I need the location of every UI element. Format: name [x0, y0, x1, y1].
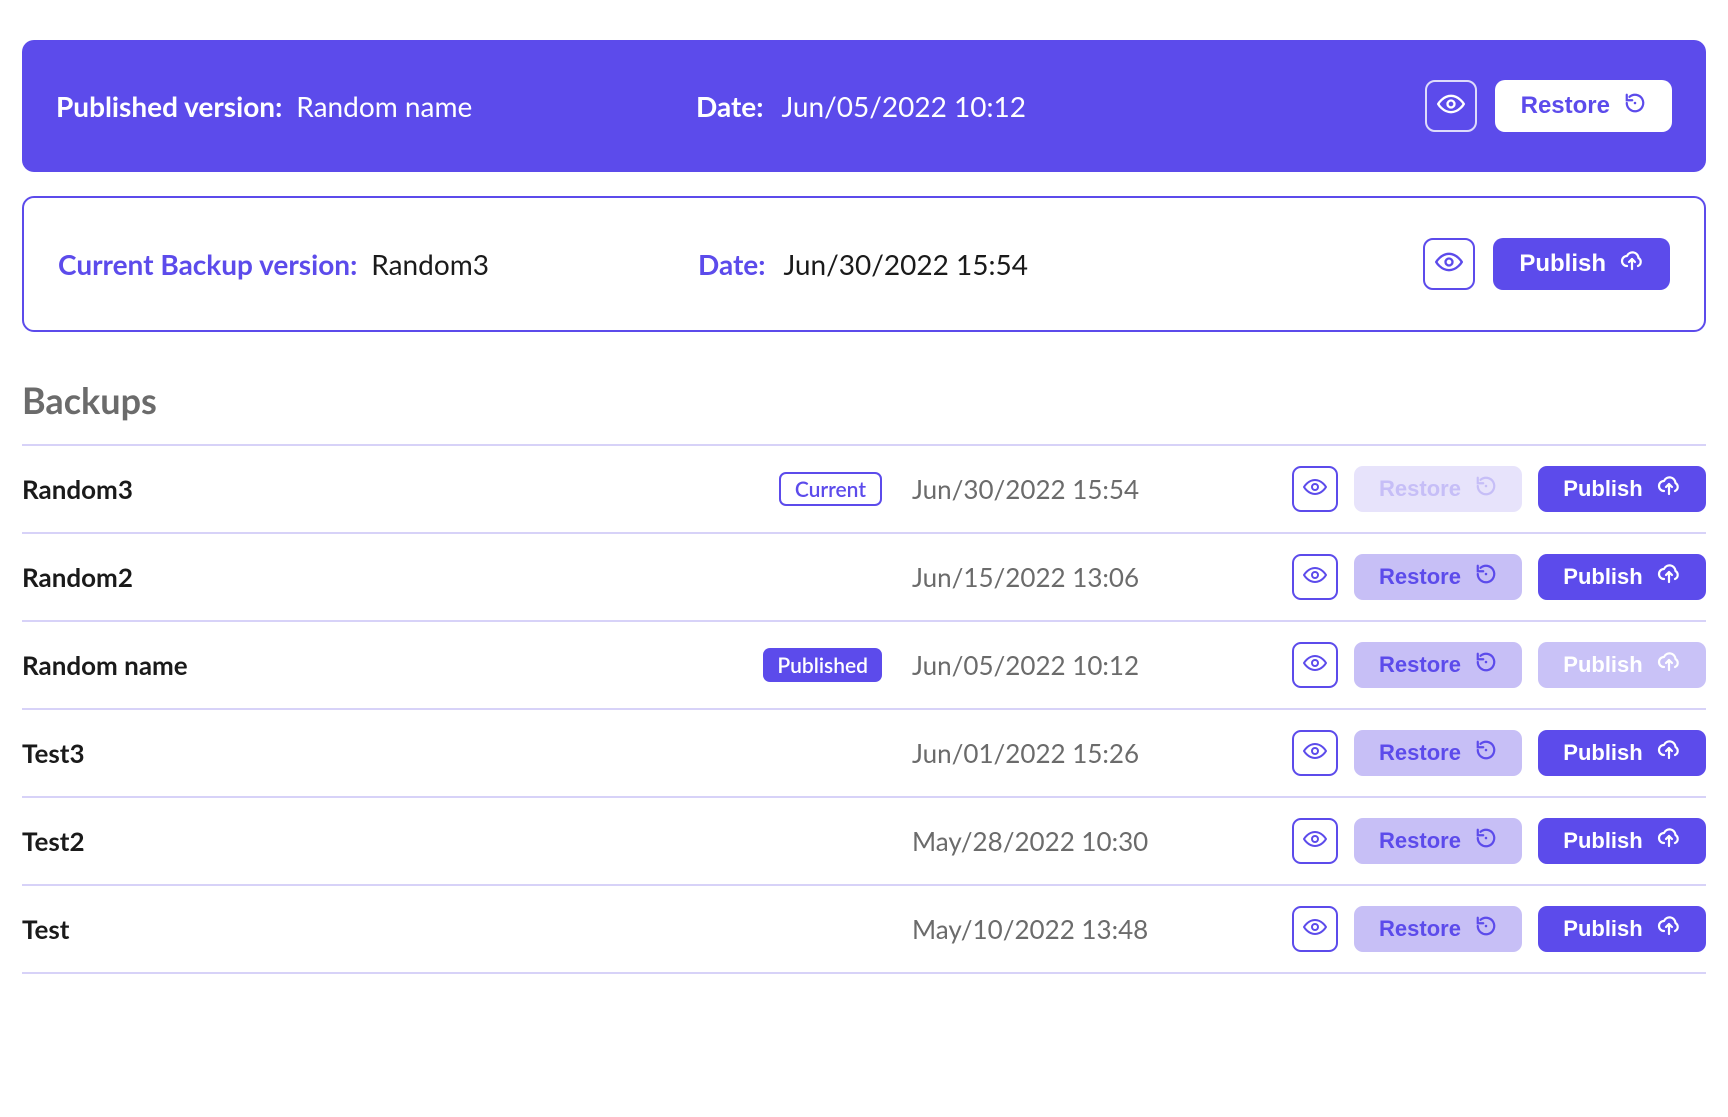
current-backup-card: Current Backup version: Random3 Date: Ju… [22, 196, 1706, 332]
backup-name: Random name [22, 649, 742, 681]
restore-button[interactable]: Restore [1354, 906, 1522, 952]
restore-icon [1475, 827, 1497, 855]
eye-icon [1303, 739, 1327, 767]
restore-label: Restore [1379, 828, 1461, 854]
view-button[interactable] [1292, 466, 1338, 512]
view-button[interactable] [1292, 554, 1338, 600]
backup-name: Test2 [22, 825, 742, 857]
backup-date: May/10/2022 13:48 [882, 913, 1292, 945]
restore-button[interactable]: Restore [1354, 642, 1522, 688]
publish-button: Publish [1538, 642, 1706, 688]
published-version-banner: Published version: Random name Date: Jun… [22, 40, 1706, 172]
published-badge: Published [763, 648, 882, 682]
restore-button[interactable]: Restore [1354, 554, 1522, 600]
restore-icon [1475, 563, 1497, 591]
current-date-label: Date: [698, 247, 765, 281]
eye-icon [1303, 651, 1327, 679]
backup-date: Jun/15/2022 13:06 [882, 561, 1292, 593]
upload-icon [1657, 562, 1681, 592]
upload-icon [1657, 826, 1681, 856]
row-actions: Restore Publish [1292, 730, 1706, 776]
backup-name: Random2 [22, 561, 742, 593]
badge-wrap: Current [742, 472, 882, 506]
view-button[interactable] [1423, 238, 1475, 290]
published-date: Jun/05/2022 10:12 [781, 89, 1026, 123]
backup-row: Random namePublishedJun/05/2022 10:12Res… [22, 622, 1706, 710]
row-actions: Restore Publish [1292, 466, 1706, 512]
restore-button[interactable]: Restore [1354, 818, 1522, 864]
publish-button[interactable]: Publish [1538, 554, 1706, 600]
published-date-label: Date: [696, 89, 763, 123]
current-backup-name: Random3 [371, 247, 489, 281]
view-button[interactable] [1292, 642, 1338, 688]
published-label: Published version: [56, 89, 282, 123]
restore-icon [1624, 92, 1646, 121]
publish-button[interactable]: Publish [1538, 818, 1706, 864]
backup-row: Test2 May/28/2022 10:30 Restore Publish [22, 798, 1706, 886]
upload-icon [1657, 738, 1681, 768]
backup-row: Test May/10/2022 13:48 Restore Publish [22, 886, 1706, 974]
eye-icon [1303, 827, 1327, 855]
published-name: Random name [296, 89, 472, 123]
row-actions: Restore Publish [1292, 554, 1706, 600]
view-button[interactable] [1292, 818, 1338, 864]
publish-label: Publish [1563, 740, 1642, 766]
publish-label: Publish [1563, 916, 1642, 942]
restore-label: Restore [1379, 916, 1461, 942]
eye-icon [1437, 90, 1465, 122]
row-actions: Restore Publish [1292, 906, 1706, 952]
current-backup-label: Current Backup version: [58, 247, 357, 281]
restore-icon [1475, 915, 1497, 943]
publish-button[interactable]: Publish [1538, 466, 1706, 512]
restore-label: Restore [1379, 740, 1461, 766]
view-button[interactable] [1425, 80, 1477, 132]
backup-name: Random3 [22, 473, 742, 505]
publish-label: Publish [1563, 476, 1642, 502]
restore-label: Restore [1379, 652, 1461, 678]
restore-icon [1475, 651, 1497, 679]
restore-label: Restore [1379, 564, 1461, 590]
restore-button[interactable]: Restore [1495, 80, 1672, 132]
backup-row: Random2 Jun/15/2022 13:06 Restore Publish [22, 534, 1706, 622]
restore-label: Restore [1521, 92, 1610, 120]
backup-name: Test [22, 913, 742, 945]
view-button[interactable] [1292, 906, 1338, 952]
publish-label: Publish [1563, 828, 1642, 854]
current-date: Jun/30/2022 15:54 [783, 247, 1028, 281]
upload-icon [1620, 249, 1644, 280]
restore-label: Restore [1379, 476, 1461, 502]
view-button[interactable] [1292, 730, 1338, 776]
backup-date: Jun/30/2022 15:54 [882, 473, 1292, 505]
backup-date: Jun/05/2022 10:12 [882, 649, 1292, 681]
row-actions: Restore Publish [1292, 642, 1706, 688]
backup-row: Random3 CurrentJun/30/2022 15:54 Restore Pu… [22, 446, 1706, 534]
publish-button[interactable]: Publish [1493, 238, 1670, 290]
eye-icon [1303, 915, 1327, 943]
upload-icon [1657, 914, 1681, 944]
publish-label: Publish [1563, 652, 1642, 678]
badge-wrap: Published [742, 648, 882, 682]
restore-button[interactable]: Restore [1354, 730, 1522, 776]
eye-icon [1435, 248, 1463, 280]
publish-button[interactable]: Publish [1538, 906, 1706, 952]
row-actions: Restore Publish [1292, 818, 1706, 864]
restore-button: Restore [1354, 466, 1522, 512]
eye-icon [1303, 563, 1327, 591]
backup-name: Test3 [22, 737, 742, 769]
publish-label: Publish [1563, 564, 1642, 590]
backup-date: May/28/2022 10:30 [882, 825, 1292, 857]
backup-date: Jun/01/2022 15:26 [882, 737, 1292, 769]
restore-icon [1475, 475, 1497, 503]
upload-icon [1657, 474, 1681, 504]
restore-icon [1475, 739, 1497, 767]
publish-label: Publish [1519, 250, 1606, 278]
backups-heading: Backups [22, 378, 1706, 422]
backups-list: Random3 CurrentJun/30/2022 15:54 Restore Pu… [22, 446, 1706, 974]
eye-icon [1303, 475, 1327, 503]
publish-button[interactable]: Publish [1538, 730, 1706, 776]
current-badge: Current [779, 472, 882, 506]
upload-icon [1657, 650, 1681, 680]
backup-row: Test3 Jun/01/2022 15:26 Restore Publish [22, 710, 1706, 798]
